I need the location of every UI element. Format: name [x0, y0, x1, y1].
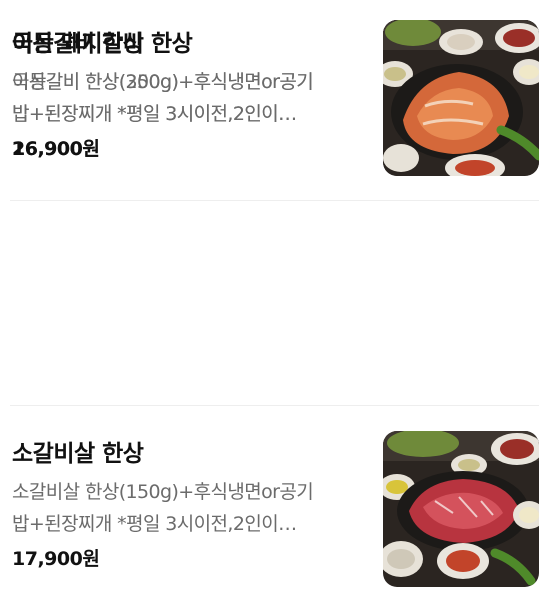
menu-item[interactable]: 국산 돼지갈비 한상 국산갈비 한상(250g)+후식냉면or공기 밥+된장찌개…: [0, 0, 547, 205]
menu-item-info: 국산 돼지갈비 한상 국산갈비 한상(250g)+후식냉면or공기 밥+된장찌개…: [12, 26, 364, 164]
menu-item-description-line: 밥+된장찌개 *평일 3시이전,2인이…: [12, 513, 297, 535]
menu-item-photo[interactable]: [383, 431, 539, 587]
menu-item-description-line: 밥+된장찌개 *평일 3시이전,2인이…: [12, 103, 297, 125]
menu-list: 이동갈비 한상 이동갈비 한상(300g)+후식냉면or공기 밥+된장찌개 *평…: [0, 0, 547, 607]
menu-item-description-line: 국산갈비 한상(250g)+후식냉면or공기: [12, 71, 314, 93]
menu-item-description-line: 소갈비살 한상(150g)+후식냉면or공기: [12, 481, 314, 503]
menu-item-photo[interactable]: [383, 20, 539, 176]
menu-item-description: 국산갈비 한상(250g)+후식냉면or공기 밥+된장찌개 *평일 3시이전,2…: [12, 66, 364, 130]
divider: [10, 405, 539, 406]
pork-rib-set-photo: [383, 20, 539, 176]
menu-item-price: 17,900원: [12, 548, 100, 570]
menu-item-name: 소갈비살 한상: [12, 441, 144, 467]
menu-item-description: 소갈비살 한상(150g)+후식냉면or공기 밥+된장찌개 *평일 3시이전,2…: [12, 476, 364, 540]
beef-rib-set-photo: [383, 431, 539, 587]
menu-item[interactable]: 소갈비살 한상 소갈비살 한상(150g)+후식냉면or공기 밥+된장찌개 *평…: [0, 410, 547, 615]
menu-item-price: 16,900원: [12, 138, 100, 160]
menu-item-info: 소갈비살 한상 소갈비살 한상(150g)+후식냉면or공기 밥+된장찌개 *평…: [12, 436, 364, 574]
menu-item-name: 국산 돼지갈비 한상: [12, 31, 193, 57]
